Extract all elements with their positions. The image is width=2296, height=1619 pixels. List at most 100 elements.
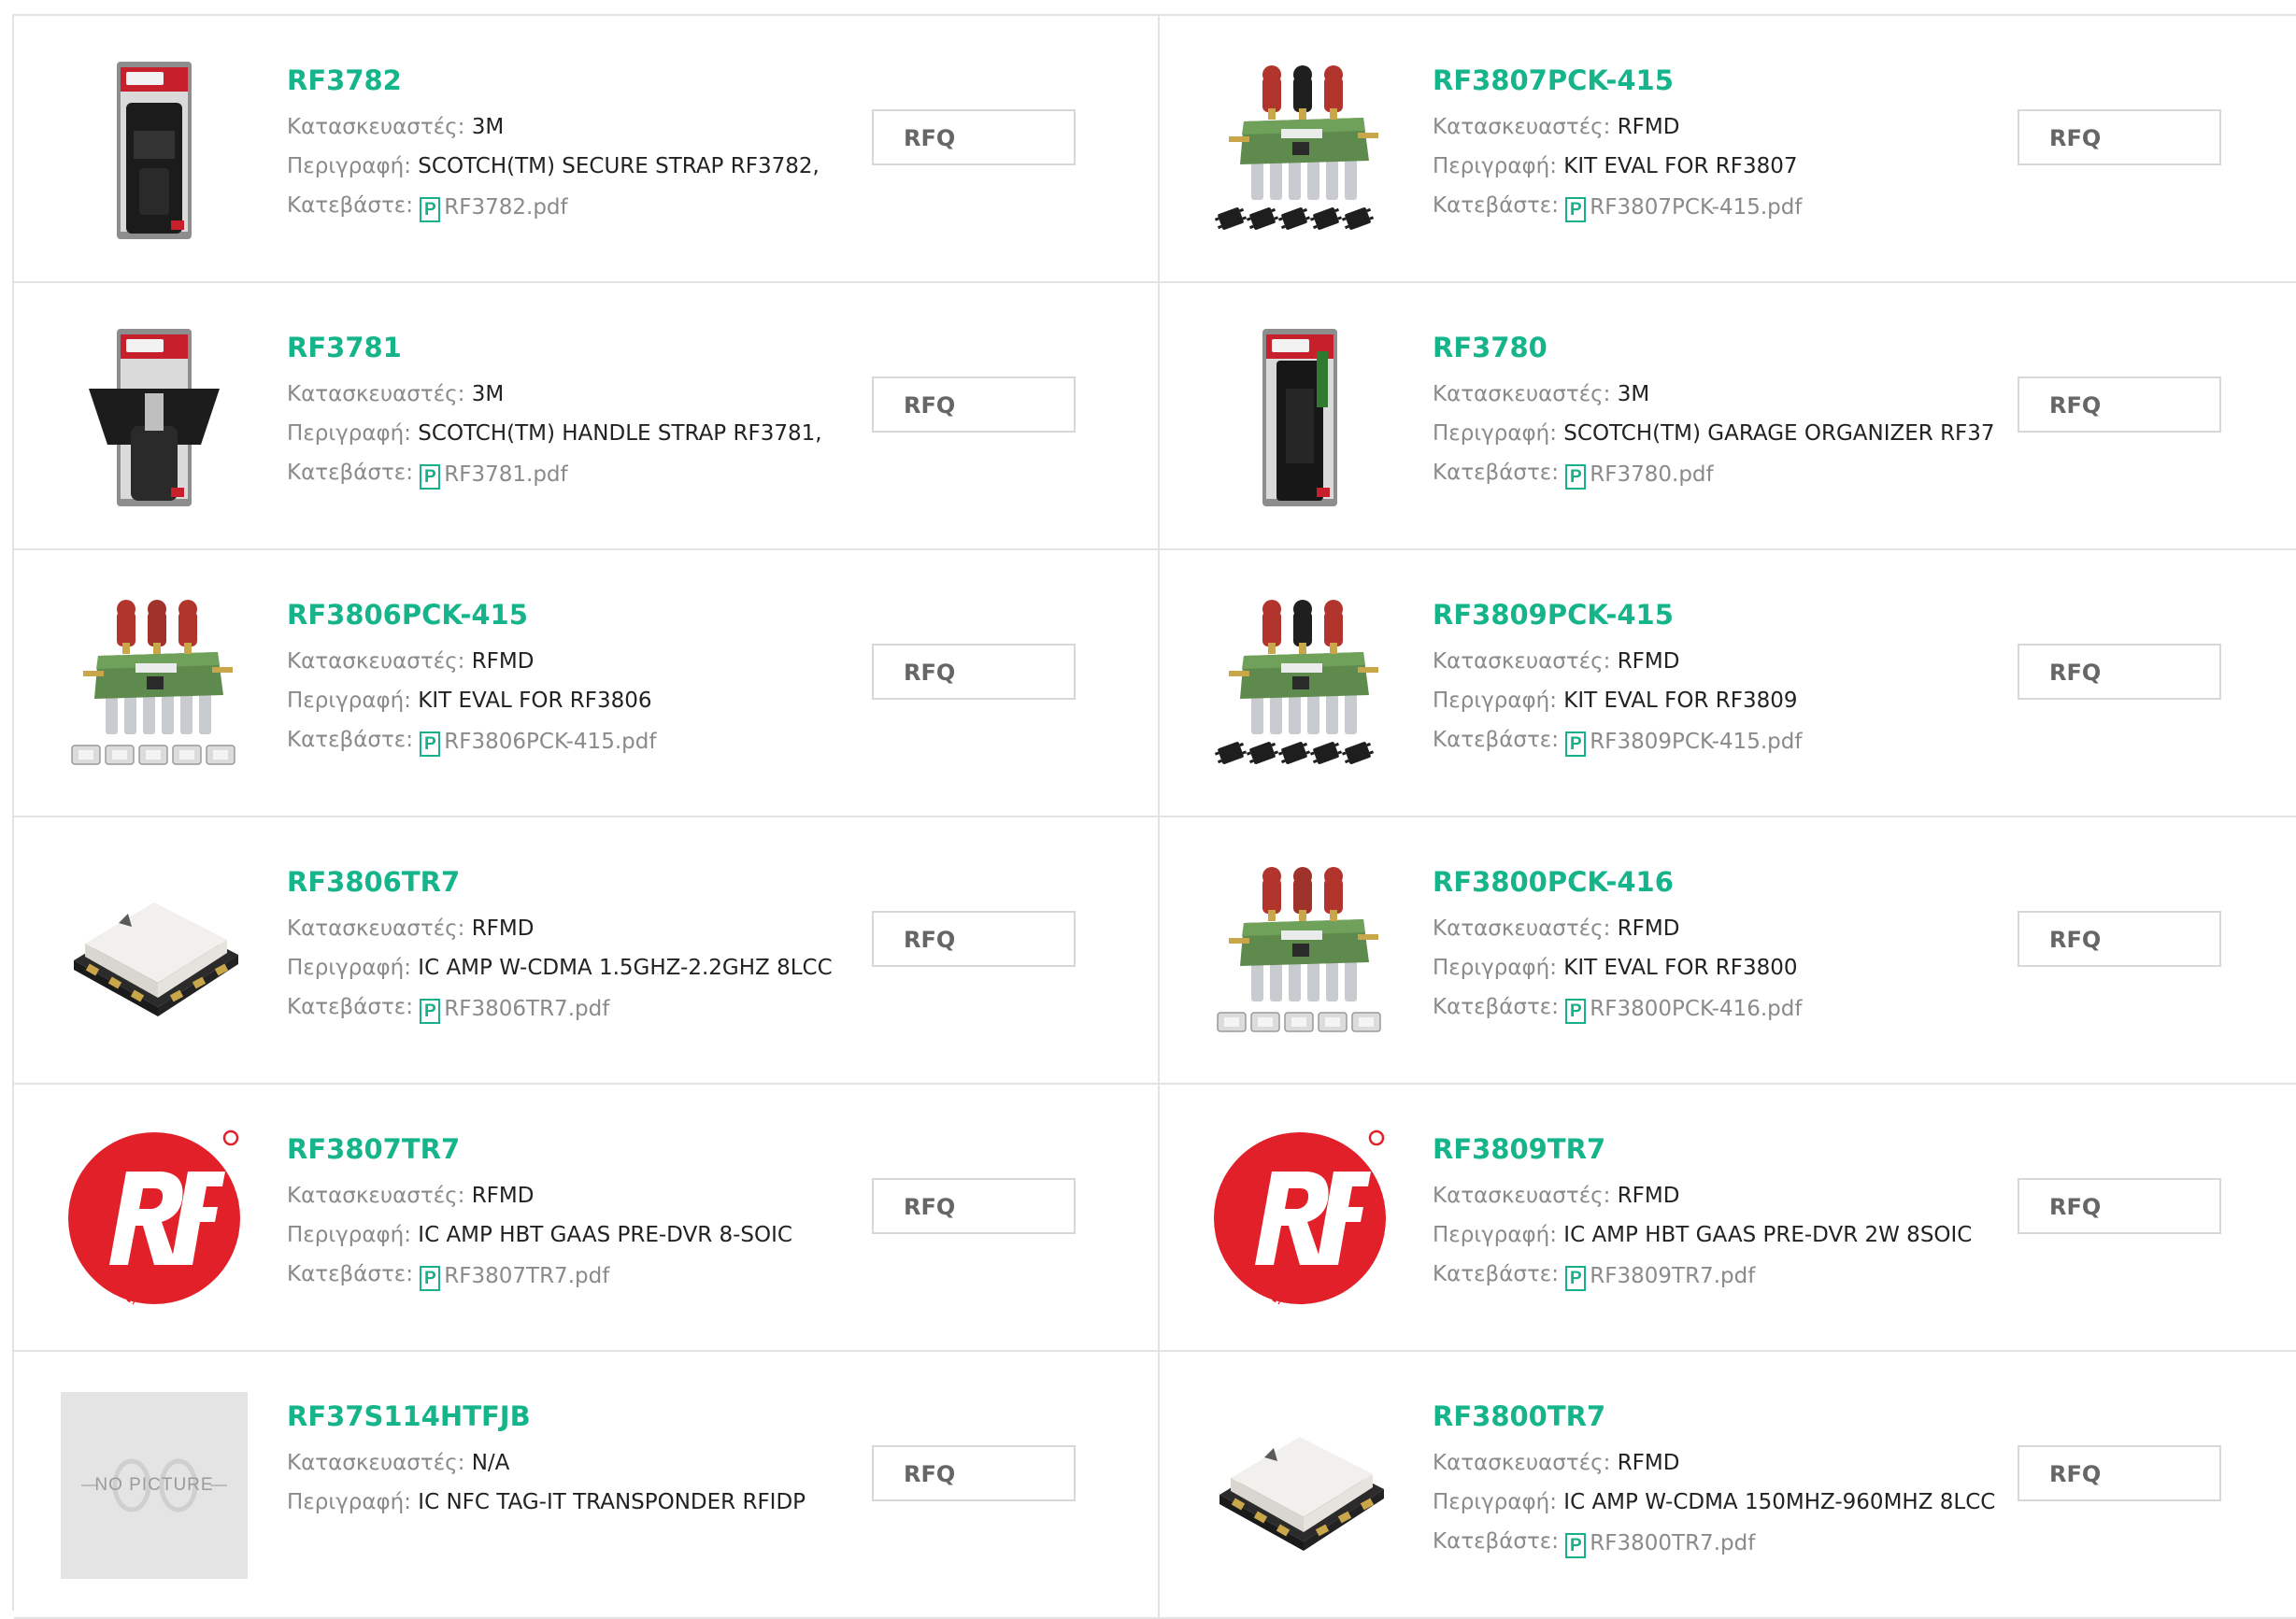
datasheet-link[interactable]: P RF3800PCK-416.pdf [1565, 989, 1802, 1029]
manufacturer-value: RFMD [1617, 1184, 1680, 1208]
description-row: Περιγραφή: IC AMP W-CDMA 150MHZ-960MHZ 8… [1433, 1483, 1995, 1522]
lcc-chip-image[interactable] [1206, 1392, 1393, 1579]
lcc-chip-image[interactable] [61, 858, 248, 1044]
scotch-handle-strap-image[interactable] [61, 323, 248, 510]
datasheet-link[interactable]: P RF3800TR7.pdf [1565, 1524, 1755, 1563]
rfq-button[interactable]: RFQ [872, 1445, 1076, 1501]
product-name-link[interactable]: RF3807TR7 [287, 1131, 829, 1167]
manufacturer-row: Κατασκευαστές: RFMD [287, 909, 829, 948]
product-name-link[interactable]: RF3780 [1433, 330, 1975, 365]
manufacturer-label: Κατασκευαστές: [287, 649, 465, 674]
product-name-link[interactable]: RF3807PCK-415 [1433, 63, 1975, 98]
pdf-icon: P [420, 197, 441, 222]
manufacturer-row: Κατασκευαστές: RFMD [1433, 1443, 1975, 1483]
product-card: RF3809PCK-415 Κατασκευαστές: RFMD Περιγρ… [1160, 550, 2296, 817]
manufacturer-value: RFMD [471, 1184, 535, 1208]
product-name-link[interactable]: RF3800TR7 [1433, 1399, 1975, 1434]
no-picture-label: NO PICTURE [94, 1475, 214, 1495]
description-row: Περιγραφή: IC AMP W-CDMA 1.5GHZ-2.2GHZ 8… [287, 948, 833, 987]
product-name-link[interactable]: RF3781 [287, 330, 829, 365]
product-name-link[interactable]: RF3806PCK-415 [287, 597, 829, 632]
description-row: Περιγραφή: SCOTCH(TM) GARAGE ORGANIZER R… [1433, 414, 1995, 453]
manufacturer-value: RFMD [1617, 649, 1680, 674]
rfq-button[interactable]: RFQ [872, 911, 1076, 967]
product-card: RF3807PCK-415 Κατασκευαστές: RFMD Περιγρ… [1160, 16, 2296, 283]
rfq-button[interactable]: RFQ [872, 1178, 1076, 1234]
manufacturer-row: Κατασκευαστές: RFMD [1433, 1176, 1975, 1215]
rfq-button[interactable]: RFQ [2018, 1445, 2221, 1501]
manufacturer-row: Κατασκευαστές: RFMD [1433, 107, 1975, 147]
product-card: NO PICTURE RF37S114HTFJB Κατασκευαστές: … [14, 1352, 1160, 1619]
datasheet-link[interactable]: P RF3809TR7.pdf [1565, 1257, 1755, 1296]
rfq-button[interactable]: RFQ [2018, 1178, 2221, 1234]
rfq-button[interactable]: RFQ [2018, 376, 2221, 433]
scotch-garage-organizer-image[interactable] [1206, 323, 1393, 510]
manufacturer-row: Κατασκευαστές: 3M [287, 375, 829, 414]
datasheet-link[interactable]: P RF3806TR7.pdf [420, 989, 609, 1029]
manufacturer-value: RFMD [471, 649, 535, 674]
product-name-link[interactable]: RF37S114HTFJB [287, 1399, 829, 1434]
description-label: Περιγραφή: [1433, 154, 1557, 178]
rfq-button[interactable]: RFQ [872, 376, 1076, 433]
product-card: RF3781 Κατασκευαστές: 3M Περιγραφή: SCOT… [14, 283, 1160, 550]
product-info: RF3807TR7 Κατασκευαστές: RFMD Περιγραφή:… [287, 1131, 829, 1296]
description-row: Περιγραφή: SCOTCH(TM) SECURE STRAP RF378… [287, 147, 829, 186]
rfq-button[interactable]: RFQ [872, 109, 1076, 165]
datasheet-link[interactable]: P RF3809PCK-415.pdf [1565, 722, 1802, 761]
datasheet-link[interactable]: P RF3780.pdf [1565, 455, 1714, 494]
rfq-button[interactable]: RFQ [2018, 109, 2221, 165]
download-row: Κατεβάστε: P RF3809PCK-415.pdf [1433, 720, 1975, 761]
datasheet-link[interactable]: P RF3807TR7.pdf [420, 1257, 609, 1296]
description-value: IC AMP HBT GAAS PRE-DVR 2W 8SOIC [1563, 1223, 1973, 1247]
product-name-link[interactable]: RF3806TR7 [287, 864, 829, 900]
product-name-link[interactable]: RF3800PCK-416 [1433, 864, 1975, 900]
product-name-link[interactable]: RF3809PCK-415 [1433, 597, 1975, 632]
manufacturer-value: RFMD [1617, 916, 1680, 941]
manufacturer-label: Κατασκευαστές: [1433, 916, 1611, 941]
download-row: Κατεβάστε: P RF3806TR7.pdf [287, 987, 829, 1029]
eval-board-light-chips-image[interactable] [1206, 858, 1393, 1044]
datasheet-filename: RF3800PCK-416.pdf [1590, 996, 1803, 1021]
download-row: Κατεβάστε: P RF3806PCK-415.pdf [287, 720, 829, 761]
rfq-button[interactable]: RFQ [2018, 911, 2221, 967]
datasheet-link[interactable]: P RF3782.pdf [420, 188, 568, 227]
rfq-button[interactable]: RFQ [2018, 644, 2221, 700]
rf-solutions-logo-image[interactable] [1206, 1125, 1393, 1312]
product-name-link[interactable]: RF3782 [287, 63, 829, 98]
product-card: RF3806PCK-415 Κατασκευαστές: RFMD Περιγρ… [14, 550, 1160, 817]
pdf-icon: P [420, 464, 441, 490]
manufacturer-label: Κατασκευαστές: [287, 115, 465, 139]
eval-board-dark-chips-image[interactable] [1206, 590, 1393, 777]
product-card: RF3807TR7 Κατασκευαστές: RFMD Περιγραφή:… [14, 1085, 1160, 1352]
rfq-button[interactable]: RFQ [872, 644, 1076, 700]
download-label: Κατεβάστε: [287, 995, 413, 1019]
description-value: IC AMP W-CDMA 150MHZ-960MHZ 8LCC [1563, 1490, 1996, 1514]
datasheet-link[interactable]: P RF3807PCK-415.pdf [1565, 188, 1802, 227]
download-label: Κατεβάστε: [1433, 461, 1559, 485]
no-picture-image[interactable]: NO PICTURE [61, 1392, 248, 1579]
eval-board-light-chips-image[interactable] [61, 590, 248, 777]
pdf-icon: P [1565, 731, 1587, 757]
datasheet-link[interactable]: P RF3781.pdf [420, 455, 568, 494]
manufacturer-row: Κατασκευαστές: N/A [287, 1443, 829, 1483]
scotch-strap-black-image[interactable] [61, 56, 248, 243]
rf-solutions-logo-image[interactable] [61, 1125, 248, 1312]
description-label: Περιγραφή: [1433, 956, 1557, 980]
product-card: RF3800TR7 Κατασκευαστές: RFMD Περιγραφή:… [1160, 1352, 2296, 1619]
description-row: Περιγραφή: KIT EVAL FOR RF3800 [1433, 948, 1975, 987]
description-label: Περιγραφή: [287, 1490, 411, 1514]
pdf-icon: P [420, 999, 441, 1024]
description-value: KIT EVAL FOR RF3800 [1563, 956, 1798, 980]
manufacturer-row: Κατασκευαστές: 3M [1433, 375, 1975, 414]
eval-board-dark-chips-image[interactable] [1206, 56, 1393, 243]
manufacturer-row: Κατασκευαστές: 3M [287, 107, 829, 147]
datasheet-link[interactable]: P RF3806PCK-415.pdf [420, 722, 656, 761]
product-name-link[interactable]: RF3809TR7 [1433, 1131, 1975, 1167]
description-value: SCOTCH(TM) HANDLE STRAP RF3781, [418, 421, 822, 446]
manufacturer-label: Κατασκευαστές: [287, 382, 465, 406]
description-value: KIT EVAL FOR RF3807 [1563, 154, 1798, 178]
product-info: RF3806PCK-415 Κατασκευαστές: RFMD Περιγρ… [287, 597, 829, 761]
manufacturer-label: Κατασκευαστές: [1433, 382, 1611, 406]
pdf-icon: P [1565, 464, 1587, 490]
datasheet-filename: RF3781.pdf [444, 462, 568, 487]
